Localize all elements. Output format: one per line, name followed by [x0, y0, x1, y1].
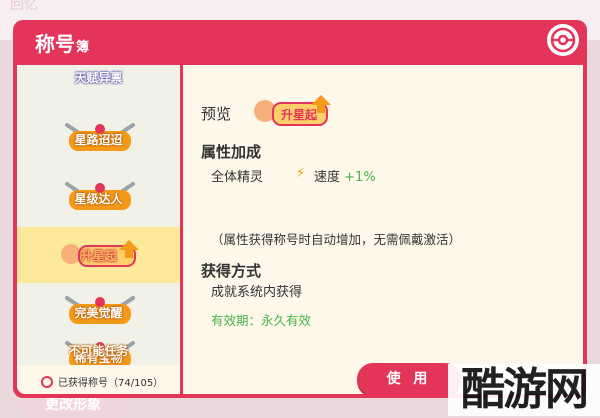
attr-name: 速度 — [314, 170, 341, 185]
preview-badge-label: 升星起 — [281, 107, 318, 122]
badge-list[interactable]: 天赋异禀 星路迢迢 星级达人 升星起 完美觉醒 稀有宝物 不可能任务 — [17, 65, 180, 365]
obtain-text: 成就系统内获得 — [211, 285, 303, 300]
owned-count: （74/105） — [108, 378, 164, 389]
attr-bonus: 速度 +1% — [314, 166, 376, 185]
badge-item[interactable]: 星路迢迢 — [17, 110, 180, 166]
dialog-header: 称号簿 — [13, 20, 587, 65]
use-button[interactable]: 使 用 — [357, 363, 461, 394]
badge-item[interactable]: 星级达人 — [17, 169, 180, 225]
title-book-dialog: 称号簿 天赋异禀 星路迢迢 星级达人 升星起 完美觉醒 稀有宝物 不可能任务 已… — [13, 20, 587, 398]
speed-icon: ⚡ — [296, 166, 306, 181]
attr-note: （属性获得称号时自动增加，无需佩戴激活） — [211, 232, 462, 247]
owned-circle-icon — [41, 375, 53, 388]
dialog-title: 称号簿 — [35, 32, 90, 56]
badge-label: 升星起 — [80, 249, 117, 263]
site-watermark: 酷游网 — [448, 364, 600, 416]
attr-value: +1% — [344, 170, 376, 185]
dialog-panel: 天赋异禀 星路迢迢 星级达人 升星起 完美觉醒 稀有宝物 不可能任务 已获得称号… — [17, 65, 583, 394]
dialog-title-suffix: 簿 — [76, 40, 90, 55]
background-faded-text: 回忆 — [10, 0, 38, 13]
validity-label: 有效期： — [211, 313, 262, 328]
preview-badge-icon: 升星起 — [254, 95, 331, 126]
badge-label: 星级达人 — [74, 192, 123, 206]
attr-title: 属性加成 — [201, 143, 262, 161]
validity-value: 永久有效 — [261, 313, 312, 328]
badge-label: 星路迢迢 — [74, 133, 123, 147]
obtain-title: 获得方式 — [201, 262, 262, 280]
badge-label: 不可能任务 — [68, 344, 129, 358]
owned-label: 已获得称号 — [58, 378, 108, 389]
validity: 有效期：永久有效 — [211, 310, 311, 329]
owned-counter: 已获得称号 （74/105） — [41, 374, 163, 389]
preview-label: 预览 — [201, 105, 232, 123]
close-pokeball-icon[interactable] — [547, 24, 579, 56]
badge-detail: 预览 升星起 属性加成 全体精灵 ⚡ 速度 +1% （属性获得称号时自动增加，无… — [201, 65, 581, 394]
list-divider — [180, 65, 183, 394]
badge-item-selected[interactable]: 升星起 — [17, 227, 180, 283]
badge-item[interactable]: 天赋异禀 — [17, 65, 180, 105]
attr-target: 全体精灵 — [211, 170, 264, 185]
badge-label: 天赋异禀 — [74, 71, 123, 85]
badge-item[interactable]: 不可能任务 — [17, 318, 180, 365]
